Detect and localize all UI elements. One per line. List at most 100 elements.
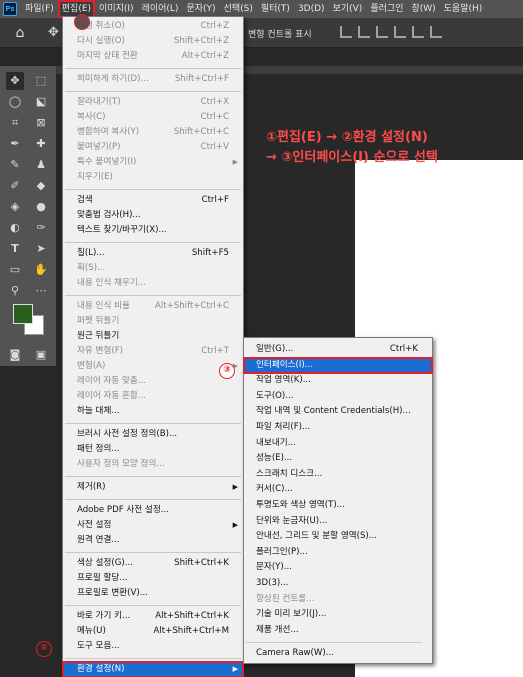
menu-item[interactable]: 제거(R) ▶ xyxy=(63,480,243,495)
type-tool-icon[interactable]: T xyxy=(6,240,24,258)
rectangle-tool-icon[interactable]: ▭ xyxy=(6,261,24,279)
menu-item[interactable]: 단위와 눈금자(U)... xyxy=(244,514,432,529)
menu-item[interactable]: 사전 설정 ▶ xyxy=(63,518,243,533)
menu-item: 내용 인식 비율 Alt+Shift+Ctrl+C xyxy=(63,299,243,314)
menu-item-shortcut: Shift+F5 xyxy=(191,248,229,258)
preferences-submenu: 일반(G)... Ctrl+K 인터페이스(I)... 작업 영역(K)... 도구(O… xyxy=(243,337,433,664)
menu-item-label: 작업 영역(K)... xyxy=(256,375,311,386)
stamp-tool-icon[interactable]: ♟ xyxy=(32,156,50,174)
menu-item[interactable]: 내보내기... xyxy=(244,436,432,451)
menu-item-label: 내용 인식 비율 xyxy=(77,301,130,311)
tools-panel: ✥ ⬚ ◯ ⬕ ⌗ ⊠ ✒ ✚ ✎ ♟ ✐ ◆ ◈ ● ◐ ✑ T ➤ ▭ ✋ … xyxy=(0,66,56,366)
menu-view[interactable]: 보기(V) xyxy=(329,0,367,18)
align-icon[interactable] xyxy=(430,26,442,38)
menu-item[interactable]: 기술 미리 보기(J)... xyxy=(244,607,432,622)
menu-item[interactable]: Camera Raw(W)... xyxy=(244,646,432,661)
menu-item[interactable]: 환경 설정(N) ▶ xyxy=(62,661,244,677)
menu-item[interactable]: 커서(C)... xyxy=(244,482,432,497)
menu-item[interactable]: 바로 가기 키... Alt+Shift+Ctrl+K xyxy=(63,609,243,624)
screen-mode-icon[interactable]: ▣ xyxy=(32,346,50,364)
menu-plugins[interactable]: 플러그인 xyxy=(366,0,407,18)
menu-item[interactable]: 투명도와 색상 영역(T)... xyxy=(244,498,432,513)
menu-item[interactable]: 텍스트 찾기/바꾸기(X)... xyxy=(63,223,243,238)
menu-item[interactable]: 성능(E)... xyxy=(244,451,432,466)
home-icon[interactable]: ⌂ xyxy=(12,25,28,41)
menu-item[interactable]: 안내선, 그리드 및 분할 영역(S)... xyxy=(244,529,432,544)
menu-item-label: 사용자 정의 모양 정의... xyxy=(77,459,165,469)
menu-item[interactable]: 3D(3)... xyxy=(244,576,432,591)
menu-item[interactable]: 문자(Y)... xyxy=(244,560,432,575)
menu-item[interactable]: 프로필 할당... xyxy=(63,571,243,586)
transform-controls-label[interactable]: 변형 컨트롤 표시 xyxy=(248,27,312,40)
eyedropper-tool-icon[interactable]: ✒ xyxy=(6,135,24,153)
menu-item-label: 특수 붙여넣기(I) xyxy=(77,157,137,167)
object-select-tool-icon[interactable]: ⬕ xyxy=(32,93,50,111)
dodge-tool-icon[interactable]: ◐ xyxy=(6,219,24,237)
menu-item: 획(S)... xyxy=(63,261,243,276)
menu-item[interactable]: 메뉴(U) Alt+Shift+Ctrl+M xyxy=(63,624,243,639)
menu-item-label: 기술 미리 보기(J)... xyxy=(256,609,327,620)
crop-tool-icon[interactable]: ⌗ xyxy=(6,114,24,132)
menu-item[interactable]: Adobe PDF 사전 설정... xyxy=(63,503,243,518)
menu-separator xyxy=(65,499,241,500)
menu-item[interactable]: 프로필로 변환(V)... xyxy=(63,586,243,601)
menu-item[interactable]: 도구(O)... xyxy=(244,389,432,404)
menu-item-label: 브러시 사전 설정 정의(B)... xyxy=(77,429,178,439)
menu-3d[interactable]: 3D(D) xyxy=(294,0,329,18)
healing-tool-icon[interactable]: ✚ xyxy=(32,135,50,153)
menu-item[interactable]: 제품 개선... xyxy=(244,623,432,638)
menu-help[interactable]: 도움말(H) xyxy=(440,0,487,18)
menu-item[interactable]: 작업 영역(K)... xyxy=(244,373,432,388)
menu-item[interactable]: 맞춤법 검사(H)... xyxy=(63,208,243,223)
history-brush-tool-icon[interactable]: ✐ xyxy=(6,177,24,195)
menu-item[interactable]: 브러시 사전 설정 정의(B)... xyxy=(63,427,243,442)
menu-item-label: 프로필로 변환(V)... xyxy=(77,588,148,598)
zoom-tool-icon[interactable]: ⚲ xyxy=(6,282,24,300)
menu-item-shortcut: Ctrl+V xyxy=(200,142,229,152)
foreground-color-swatch[interactable] xyxy=(13,304,33,324)
menu-item-shortcut: Shift+Ctrl+K xyxy=(174,558,229,568)
move-tool-icon[interactable]: ✥ xyxy=(6,72,24,90)
align-icon[interactable] xyxy=(394,26,406,38)
menu-item[interactable]: 색상 설정(G)... Shift+Ctrl+K xyxy=(63,556,243,571)
menu-item[interactable]: 파일 처리(F)... xyxy=(244,420,432,435)
brush-tool-icon[interactable]: ✎ xyxy=(6,156,24,174)
more-tools-icon[interactable]: ⋯ xyxy=(32,282,50,300)
blur-tool-icon[interactable]: ● xyxy=(32,198,50,216)
marquee-tool-icon[interactable]: ⬚ xyxy=(32,72,50,90)
align-icon[interactable] xyxy=(376,26,388,38)
menu-window[interactable]: 창(W) xyxy=(407,0,439,18)
menu-item-label: 변형(A) xyxy=(77,361,106,371)
menu-item[interactable]: 패턴 정의... xyxy=(63,442,243,457)
pen-tool-icon[interactable]: ✑ xyxy=(32,219,50,237)
align-icon[interactable] xyxy=(340,26,352,38)
path-select-tool-icon[interactable]: ➤ xyxy=(32,240,50,258)
menu-item-label: 레이어 자동 맞춤... xyxy=(77,376,147,386)
menu-item[interactable]: 인터페이스(I)... xyxy=(243,356,433,374)
menu-separator xyxy=(65,68,241,69)
align-icon[interactable] xyxy=(412,26,424,38)
menu-item-label: 프로필 할당... xyxy=(77,573,128,583)
menu-item[interactable]: 검색 Ctrl+F xyxy=(63,193,243,208)
menu-item[interactable]: 도구 모음... xyxy=(63,639,243,654)
menu-item-label: 원근 뒤틀기 xyxy=(77,331,120,341)
menu-item[interactable]: 하늘 대체... xyxy=(63,404,243,419)
gradient-tool-icon[interactable]: ◈ xyxy=(6,198,24,216)
frame-tool-icon[interactable]: ⊠ xyxy=(32,114,50,132)
menu-item[interactable]: 작업 내역 및 Content Credentials(H)... xyxy=(244,404,432,419)
menu-item-label: 하늘 대체... xyxy=(77,406,120,416)
menu-item[interactable]: 원근 뒤틀기 xyxy=(63,329,243,344)
eraser-tool-icon[interactable]: ◆ xyxy=(32,177,50,195)
menu-item[interactable]: 일반(G)... Ctrl+K xyxy=(244,342,432,357)
menu-file[interactable]: 파일(F) xyxy=(21,0,58,18)
menu-item-label: 일반(G)... xyxy=(256,344,294,354)
lasso-tool-icon[interactable]: ◯ xyxy=(6,93,24,111)
quick-mask-icon[interactable]: ◙ xyxy=(6,346,24,364)
menu-item[interactable]: 원격 연결... xyxy=(63,533,243,548)
menu-filter[interactable]: 필터(T) xyxy=(257,0,294,18)
menu-item[interactable]: 플러그인(P)... xyxy=(244,545,432,560)
align-icon[interactable] xyxy=(358,26,370,38)
menu-item[interactable]: 칠(L)... Shift+F5 xyxy=(63,246,243,261)
menu-item[interactable]: 스크래치 디스크... xyxy=(244,467,432,482)
hand-tool-icon[interactable]: ✋ xyxy=(32,261,50,279)
